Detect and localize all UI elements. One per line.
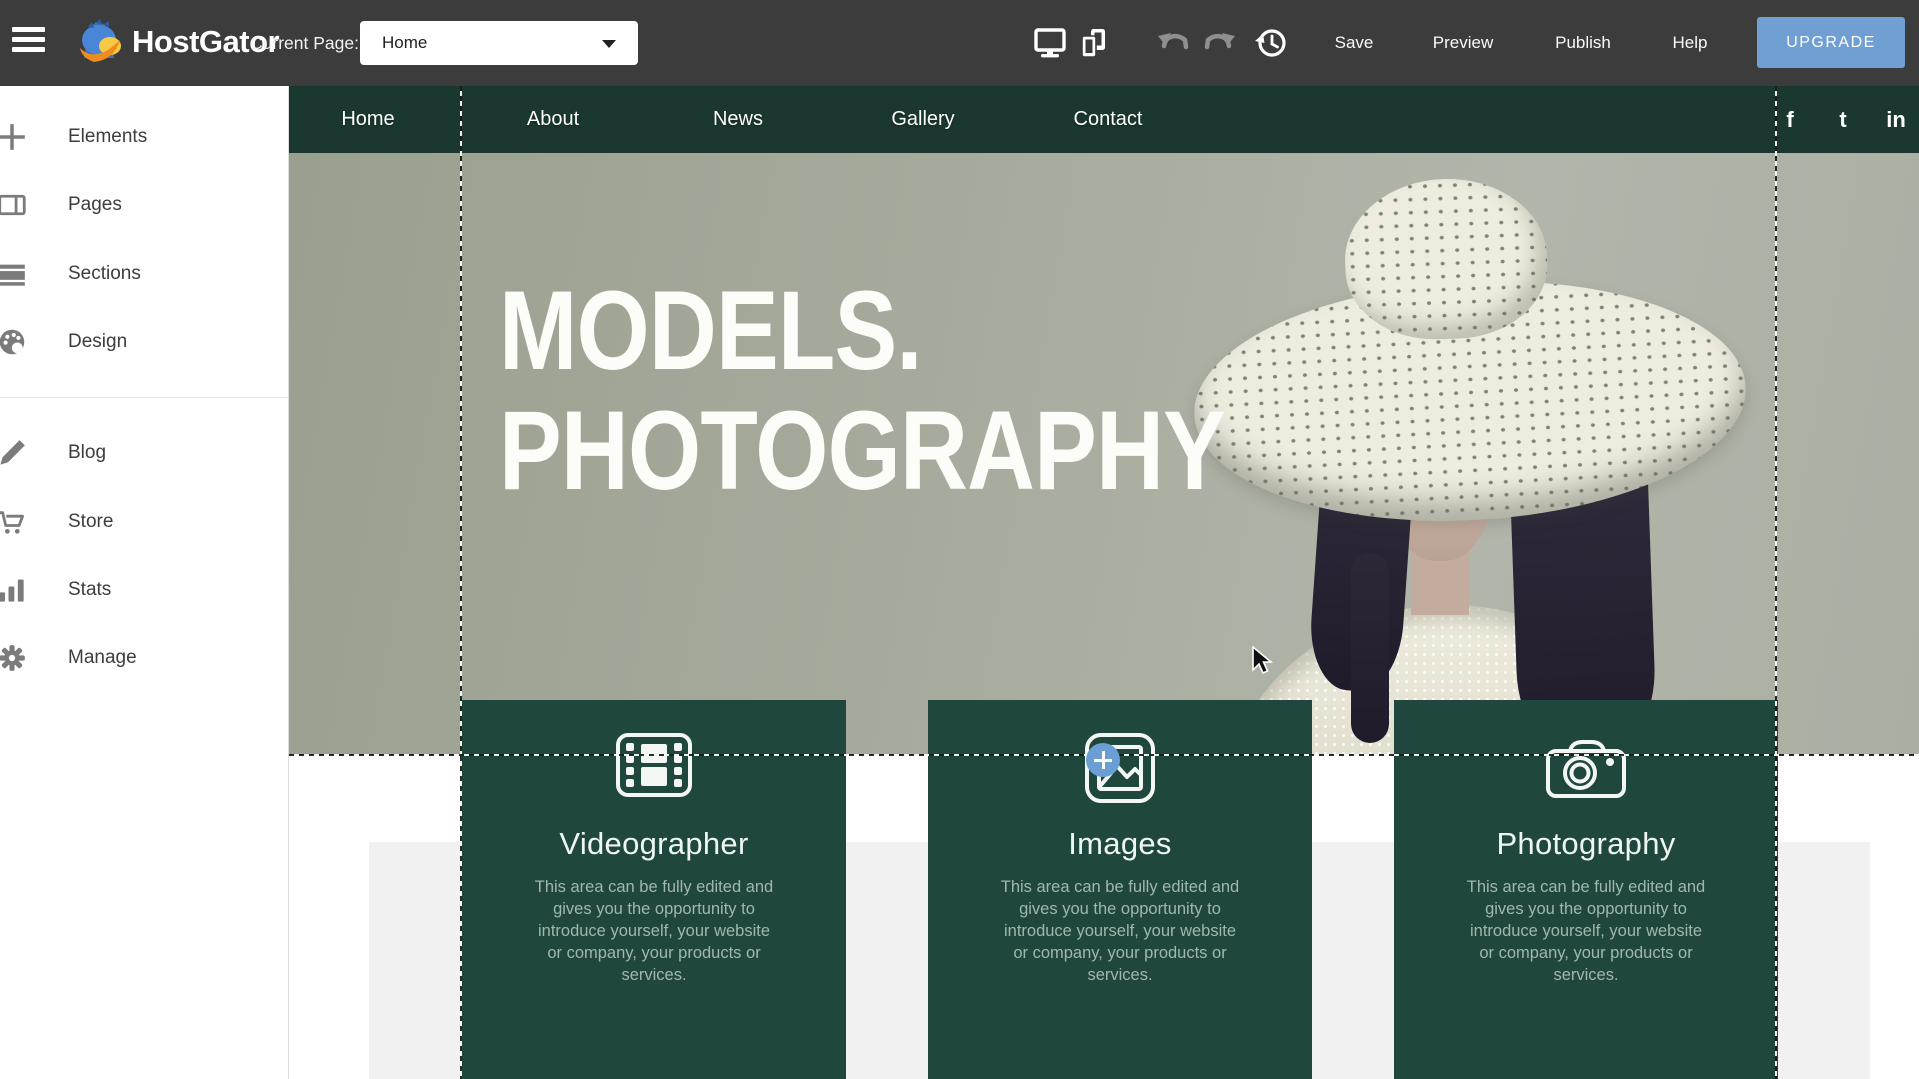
menu-icon[interactable] <box>12 27 46 59</box>
current-page-label: Current Page: <box>250 0 359 86</box>
card-title[interactable]: Photography <box>1394 826 1778 862</box>
palette-icon <box>0 328 26 356</box>
gear-icon <box>0 644 26 672</box>
card-title[interactable]: Images <box>928 826 1312 862</box>
film-strip-icon <box>615 732 693 798</box>
sidebar-item-label: Design <box>68 322 127 362</box>
site-nav-about[interactable]: About <box>527 86 579 153</box>
stacked-sections-icon <box>0 260 26 288</box>
site-navbar: Home About News Gallery Contact f t in <box>289 86 1919 153</box>
card-videographer[interactable]: Videographer This area can be fully edit… <box>462 700 846 1079</box>
sidebar-item-pages[interactable]: Pages <box>0 185 289 225</box>
card-photography[interactable]: Photography This area can be fully edite… <box>1394 700 1778 1079</box>
add-image-button[interactable] <box>1086 743 1120 777</box>
site-canvas: Home About News Gallery Contact f t in M… <box>289 86 1919 1079</box>
gator-icon <box>74 18 126 66</box>
card-body[interactable]: This area can be fully edited and gives … <box>996 876 1244 987</box>
hero-title-line1: MODELS. <box>499 271 1225 391</box>
page-dropdown-value: Home <box>382 33 427 53</box>
hero-title[interactable]: MODELS. PHOTOGRAPHY <box>499 271 1225 511</box>
editor-sidebar: Elements Pages Sections De <box>0 86 289 1079</box>
sidebar-item-label: Pages <box>68 185 122 225</box>
upgrade-button[interactable]: UPGRADE <box>1757 17 1905 68</box>
sidebar-item-label: Blog <box>68 433 106 473</box>
chevron-down-icon <box>602 40 616 48</box>
hero-title-line2: PHOTOGRAPHY <box>499 391 1225 511</box>
site-nav-gallery[interactable]: Gallery <box>891 86 954 153</box>
sidebar-item-label: Manage <box>68 638 137 678</box>
sidebar-item-label: Sections <box>68 254 141 294</box>
desktop-preview-icon[interactable] <box>1032 26 1068 60</box>
pencil-icon <box>0 439 26 467</box>
linkedin-icon[interactable]: in <box>1886 86 1906 153</box>
sidebar-item-sections[interactable]: Sections <box>0 254 289 294</box>
sidebar-item-blog[interactable]: Blog <box>0 433 289 473</box>
page-layout-icon <box>0 191 26 219</box>
help-button[interactable]: Help <box>1673 0 1708 86</box>
history-icon[interactable] <box>1253 26 1289 60</box>
sidebar-item-design[interactable]: Design <box>0 322 289 362</box>
twitter-icon[interactable]: t <box>1839 86 1846 153</box>
site-nav-news[interactable]: News <box>713 86 763 153</box>
hostgator-logo: HostGator <box>74 18 279 66</box>
mobile-preview-icon[interactable] <box>1075 26 1111 60</box>
card-images[interactable]: Images This area can be fully edited and… <box>928 700 1312 1079</box>
facebook-icon[interactable]: f <box>1786 86 1793 153</box>
preview-button[interactable]: Preview <box>1433 0 1493 86</box>
save-button[interactable]: Save <box>1335 0 1374 86</box>
selection-guide-right <box>1775 86 1777 1079</box>
site-nav-contact[interactable]: Contact <box>1074 86 1143 153</box>
camera-icon <box>1544 738 1628 800</box>
site-nav-home[interactable]: Home <box>341 86 394 153</box>
cart-icon <box>0 508 26 536</box>
sidebar-item-stats[interactable]: Stats <box>0 570 289 610</box>
card-body[interactable]: This area can be fully edited and gives … <box>530 876 778 987</box>
sidebar-divider <box>0 397 289 398</box>
undo-icon[interactable] <box>1155 26 1191 60</box>
hostgator-site-builder: HostGator Current Page: Home <box>0 0 1919 1079</box>
sidebar-item-elements[interactable]: Elements <box>0 117 289 157</box>
sidebar-item-manage[interactable]: Manage <box>0 638 289 678</box>
selection-guide-left <box>460 86 462 1079</box>
sidebar-item-store[interactable]: Store <box>0 502 289 542</box>
publish-button[interactable]: Publish <box>1555 0 1611 86</box>
editor-topbar: HostGator Current Page: Home <box>0 0 1919 86</box>
redo-icon[interactable] <box>1202 26 1238 60</box>
page-dropdown[interactable]: Home <box>360 21 638 65</box>
sidebar-item-label: Store <box>68 502 113 542</box>
sun-hat-crown <box>1342 176 1549 343</box>
model-hair-strand <box>1351 553 1389 743</box>
card-body[interactable]: This area can be fully edited and gives … <box>1462 876 1710 987</box>
bar-chart-icon <box>0 576 26 604</box>
card-title[interactable]: Videographer <box>462 826 846 862</box>
sidebar-item-label: Stats <box>68 570 111 610</box>
sidebar-item-label: Elements <box>68 117 147 157</box>
plus-icon <box>0 123 26 151</box>
hero-section[interactable]: MODELS. PHOTOGRAPHY <box>289 153 1919 755</box>
